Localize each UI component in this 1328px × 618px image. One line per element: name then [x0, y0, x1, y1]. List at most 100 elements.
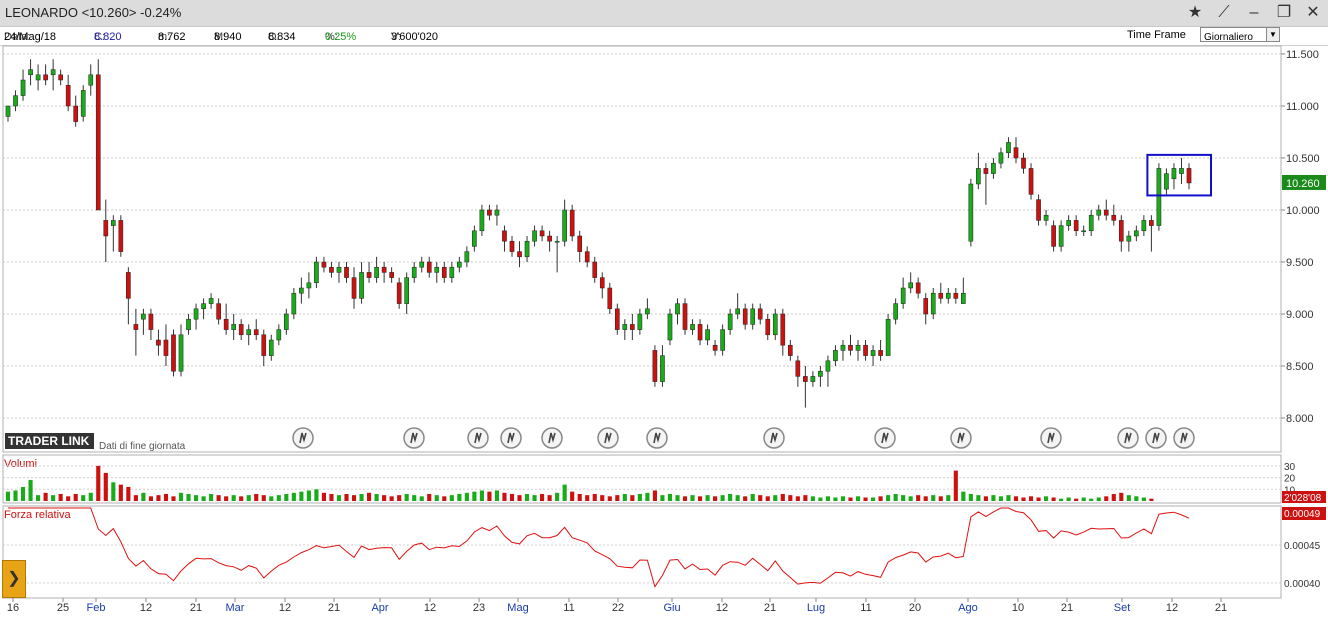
candle-body	[133, 324, 139, 330]
candle-body	[930, 292, 936, 315]
volume-bar	[855, 496, 861, 501]
volume-bar	[901, 495, 906, 501]
chart-canvas[interactable]: 11.500 11.000 10.500 10.000 9.500 9.000 8.500 8…	[0, 0, 1328, 618]
candle-body	[803, 376, 808, 382]
candle-body	[735, 308, 740, 315]
candle-body	[487, 209, 492, 216]
volume-bar	[412, 495, 417, 501]
x-tick-label: 10	[1012, 602, 1024, 614]
candle-body	[614, 308, 620, 330]
volume-bar	[570, 491, 575, 501]
volume-bar	[276, 495, 281, 501]
candle-body	[592, 261, 598, 278]
candle-body	[1103, 209, 1109, 216]
volume-bar	[126, 486, 131, 501]
candle-body	[1006, 142, 1011, 154]
candle-body	[426, 261, 432, 273]
candle-body	[1171, 168, 1177, 180]
volume-bar	[517, 495, 522, 501]
x-tick-label: 12	[716, 602, 728, 614]
candle-body	[441, 266, 447, 278]
candle-body	[742, 308, 748, 325]
volume-bar	[374, 493, 379, 501]
volume-bar	[607, 496, 612, 501]
x-tick-label: 12	[140, 602, 152, 614]
rs-tick-label: 0.00040	[1284, 579, 1321, 590]
volume-bar	[1059, 498, 1064, 501]
candle-body	[690, 324, 695, 330]
volume-bar	[201, 496, 206, 501]
candle-body	[547, 235, 552, 242]
volume-bar	[329, 493, 334, 501]
candle-body	[43, 74, 48, 81]
candle-body	[80, 90, 86, 117]
candle-body	[216, 303, 221, 320]
x-tick-label: 21	[764, 602, 776, 614]
candle-body	[449, 266, 455, 278]
volume-bar	[397, 495, 402, 501]
candle-body	[750, 308, 756, 325]
candle-body	[1028, 168, 1034, 195]
volume-bar	[216, 495, 221, 501]
candle-body	[374, 266, 379, 278]
event-marker-icon	[541, 427, 563, 449]
candle-body	[569, 209, 575, 237]
candle-body	[893, 303, 898, 320]
volume-bar	[66, 496, 71, 501]
volume-bar	[931, 495, 936, 501]
volume-bar	[494, 490, 500, 501]
volume-bar	[284, 493, 289, 501]
volume-bar	[73, 493, 78, 501]
candle-body	[562, 209, 567, 242]
volume-bar	[743, 496, 748, 501]
volume-bar	[1141, 497, 1146, 501]
candle-body	[351, 277, 357, 299]
candle-body	[630, 324, 635, 330]
volume-bar	[863, 497, 868, 501]
candle-body	[509, 240, 515, 252]
volume-bar	[886, 495, 891, 501]
candle-body	[479, 209, 485, 232]
x-tick-label: 12	[424, 602, 436, 614]
event-marker-icon	[874, 427, 896, 449]
chevron-right-icon: ❯	[7, 570, 21, 587]
candle-body	[599, 277, 605, 289]
x-tick-label: Lug	[807, 602, 825, 614]
volume-bar	[1096, 497, 1101, 501]
volume-bar	[720, 495, 725, 501]
candle-body	[1141, 220, 1147, 232]
candle-body	[818, 370, 823, 377]
volume-bar	[1006, 495, 1011, 501]
volume-bar	[51, 495, 56, 501]
candle-body	[344, 266, 349, 278]
candle-body	[1096, 209, 1102, 216]
volume-bar	[976, 495, 981, 501]
price-tick-label: 11.000	[1286, 101, 1319, 113]
candle-body	[915, 282, 921, 294]
candle-body	[13, 95, 18, 107]
candle-body	[961, 292, 966, 304]
candle-body	[1088, 214, 1094, 232]
candle-body	[238, 324, 244, 336]
volume-bar	[171, 496, 176, 501]
volume-bar	[81, 495, 86, 501]
candle-body	[193, 308, 199, 320]
volume-bar	[833, 497, 838, 501]
x-tick-label: 21	[1061, 602, 1073, 614]
candle-body	[697, 324, 703, 341]
candle-body	[524, 240, 530, 258]
candle-body	[434, 266, 440, 273]
candle-body	[268, 339, 274, 356]
candle-body	[757, 308, 763, 320]
price-tick-label: 8.000	[1286, 413, 1314, 425]
event-marker-icon	[1145, 427, 1167, 449]
volume-bar	[434, 495, 439, 501]
price-tick-label: 11.500	[1286, 49, 1319, 61]
expand-panel-button[interactable]: ❯	[2, 560, 26, 598]
candle-body	[682, 303, 688, 330]
volume-bar	[442, 496, 447, 501]
volume-bar	[1126, 495, 1131, 501]
volume-bar	[96, 465, 101, 501]
candle-body	[50, 69, 56, 76]
volume-bar	[600, 495, 605, 501]
